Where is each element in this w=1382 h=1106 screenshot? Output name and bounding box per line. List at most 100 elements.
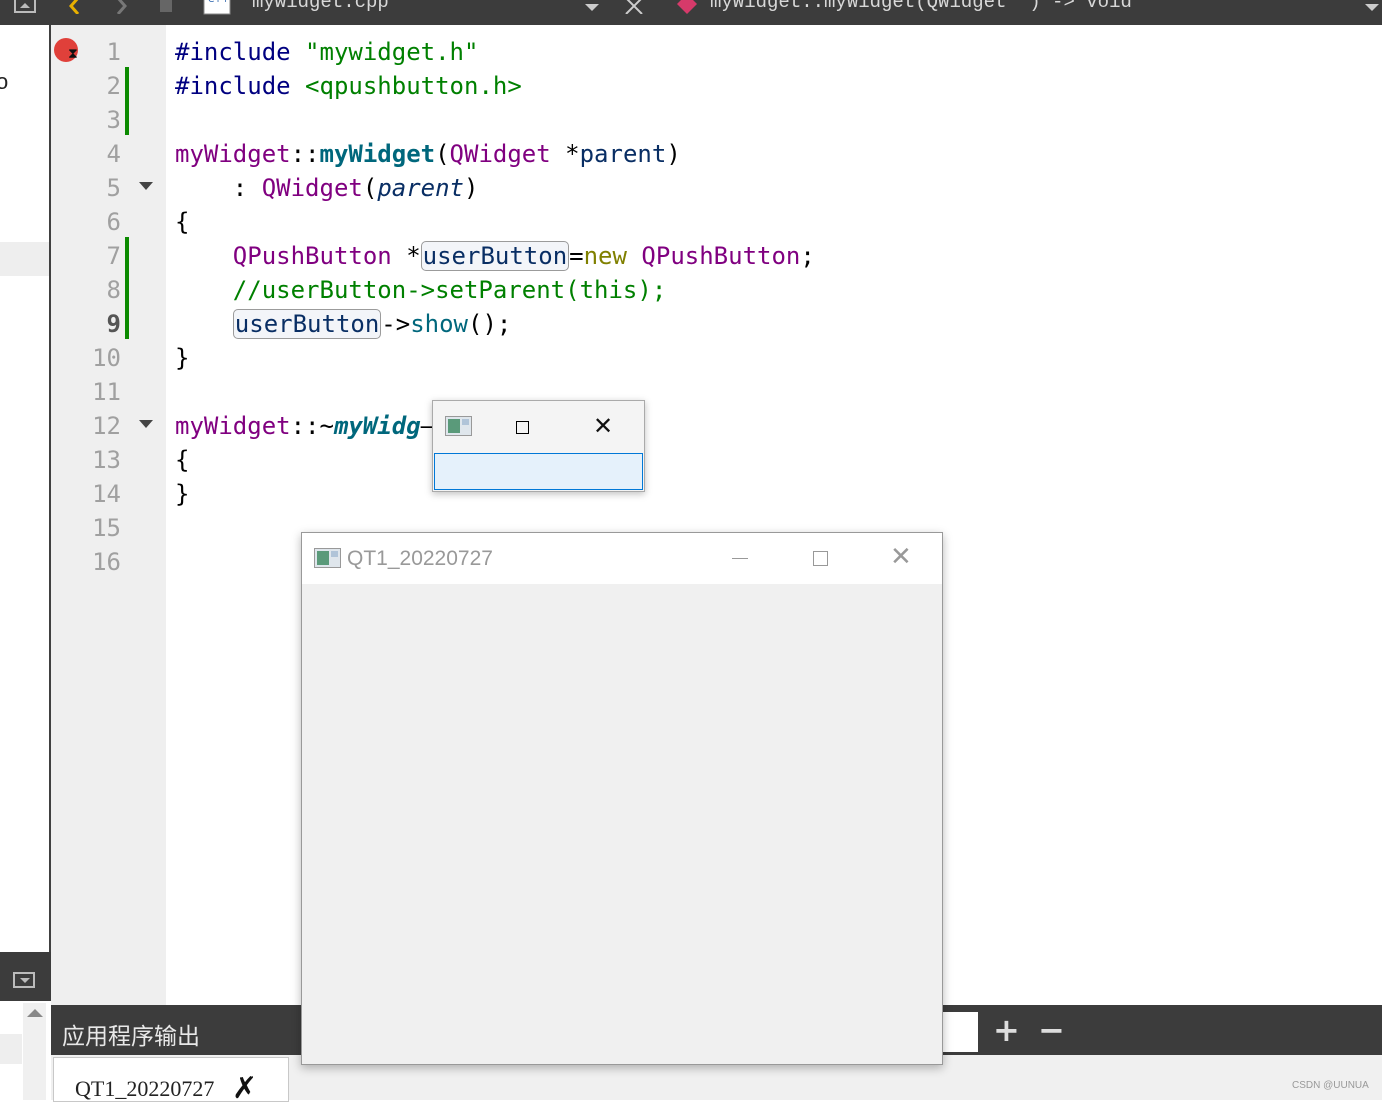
code-token: } bbox=[175, 480, 190, 508]
code-token: { bbox=[175, 446, 190, 474]
code-token: ( bbox=[435, 140, 450, 168]
fold-arrow-icon[interactable] bbox=[139, 420, 153, 428]
code-token: ) bbox=[464, 174, 479, 202]
output-tab[interactable]: QT1_20220727 ✗ bbox=[53, 1057, 289, 1106]
maximize-icon[interactable] bbox=[813, 551, 828, 566]
code-token: : bbox=[175, 174, 262, 202]
line-number[interactable]: 13 bbox=[75, 443, 121, 477]
line-number-gutter[interactable]: ⧗ 1 2 3 4 5 6 7 8 9 10 11 12 13 14 15 16 bbox=[51, 25, 166, 1005]
svg-text:C++: C++ bbox=[208, 0, 229, 5]
main-app-window[interactable]: QT1_20220727 ✕ bbox=[301, 532, 943, 1065]
code-token: myWidg bbox=[333, 412, 421, 440]
watermark: CSDN @UUNUA bbox=[1292, 1080, 1369, 1091]
output-filter-input[interactable] bbox=[940, 1012, 978, 1052]
forward-arrow-icon[interactable] bbox=[114, 0, 130, 14]
code-token: QWidget bbox=[449, 140, 551, 168]
function-breadcrumb[interactable]: myWidget::myWidget(QWidget *) -> void bbox=[710, 0, 1132, 13]
line-number[interactable]: 3 bbox=[75, 103, 121, 137]
code-token: myWidget bbox=[175, 140, 291, 168]
line-number[interactable]: 11 bbox=[75, 375, 121, 409]
line-number[interactable]: 7 bbox=[75, 239, 121, 273]
user-push-button[interactable] bbox=[434, 453, 643, 490]
close-icon[interactable]: ✕ bbox=[890, 542, 912, 572]
line-number[interactable]: 6 bbox=[75, 205, 121, 239]
scrollbar[interactable] bbox=[23, 1003, 46, 1100]
sidebar-bottom bbox=[0, 952, 51, 1100]
line-number[interactable]: 9 bbox=[75, 307, 121, 341]
sidebar-bottom-toolbar bbox=[0, 952, 51, 1001]
code-token: ( bbox=[362, 174, 378, 202]
code-token: QPushButton bbox=[641, 242, 801, 270]
code-token: parent bbox=[377, 174, 465, 202]
change-marker bbox=[125, 67, 129, 135]
close-tab-icon[interactable]: ✗ bbox=[232, 1071, 257, 1106]
change-marker bbox=[125, 237, 129, 339]
line-number[interactable]: 16 bbox=[75, 545, 121, 579]
back-arrow-icon[interactable] bbox=[66, 0, 82, 14]
zoom-out-button[interactable]: − bbox=[1038, 1011, 1065, 1049]
code-line[interactable]: { bbox=[175, 205, 189, 239]
code-token: userButton bbox=[420, 241, 570, 271]
code-line[interactable]: userButton->show(); bbox=[175, 307, 511, 341]
code-line[interactable]: } bbox=[175, 477, 189, 511]
code-token: QWidget bbox=[261, 174, 363, 202]
window-title: QT1_20220727 bbox=[347, 547, 493, 570]
line-number[interactable]: 14 bbox=[75, 477, 121, 511]
code-token: "mywidget.h" bbox=[305, 38, 479, 66]
code-token: * bbox=[550, 140, 580, 168]
zoom-in-button[interactable]: + bbox=[993, 1011, 1020, 1049]
code-token: QPushButton bbox=[232, 242, 392, 270]
maximize-icon[interactable] bbox=[516, 421, 529, 434]
code-token: new bbox=[583, 242, 627, 270]
line-number[interactable]: 2 bbox=[75, 69, 121, 103]
minimize-icon[interactable] bbox=[732, 558, 748, 559]
collapse-panel-icon[interactable] bbox=[13, 972, 35, 988]
line-number[interactable]: 8 bbox=[75, 273, 121, 307]
line-number[interactable]: 10 bbox=[75, 341, 121, 375]
close-file-icon[interactable] bbox=[624, 0, 644, 14]
code-line[interactable]: myWidget::myWidget(QWidget *parent) bbox=[175, 137, 681, 171]
code-token: (); bbox=[468, 310, 512, 338]
fold-arrow-icon[interactable] bbox=[139, 182, 153, 190]
code-line[interactable]: #include "mywidget.h" bbox=[175, 35, 478, 69]
sidebar-selected-row[interactable] bbox=[0, 242, 49, 276]
code-token: ::~ bbox=[290, 412, 334, 440]
panel-toggle-icon[interactable] bbox=[14, 0, 36, 14]
sidebar-text-fragment: o bbox=[0, 69, 9, 94]
line-number[interactable]: 12 bbox=[75, 409, 121, 443]
window-title-bar[interactable]: QT1_20220727 ✕ bbox=[302, 533, 942, 584]
code-token: = bbox=[569, 242, 584, 270]
code-token: //userButton->setParent(this); bbox=[175, 276, 667, 304]
code-token: userButton bbox=[232, 309, 382, 339]
lock-icon[interactable] bbox=[158, 0, 176, 14]
child-push-button-window[interactable]: ✕ bbox=[432, 400, 645, 492]
code-token: show bbox=[410, 310, 468, 338]
code-line[interactable]: myWidget::~myWidg— bbox=[175, 409, 435, 443]
code-line[interactable]: } bbox=[175, 341, 189, 375]
code-token: myWidget bbox=[175, 412, 291, 440]
close-icon[interactable]: ✕ bbox=[593, 412, 613, 440]
code-line[interactable]: QPushButton *userButton=new QPushButton; bbox=[175, 239, 815, 273]
sidebar-row[interactable] bbox=[0, 1034, 22, 1064]
code-token: } bbox=[175, 344, 190, 372]
code-token: ; bbox=[800, 242, 815, 270]
scroll-up-icon[interactable] bbox=[27, 1009, 43, 1017]
function-dropdown-icon[interactable] bbox=[1364, 3, 1380, 13]
file-dropdown-icon[interactable] bbox=[584, 3, 600, 13]
file-name[interactable]: mywidget.cpp bbox=[252, 0, 389, 13]
code-line[interactable]: : QWidget(parent) bbox=[175, 171, 479, 205]
qt-window-icon bbox=[314, 548, 341, 568]
line-number[interactable]: 4 bbox=[75, 137, 121, 171]
line-number[interactable]: 5 bbox=[75, 171, 121, 205]
code-line[interactable]: //userButton->setParent(this); bbox=[175, 273, 666, 307]
code-token: { bbox=[175, 208, 190, 236]
qt-window-icon bbox=[445, 416, 472, 436]
cpp-file-icon: C++ bbox=[203, 0, 231, 15]
output-tab-label: QT1_20220727 bbox=[75, 1076, 215, 1101]
code-token: myWidget bbox=[319, 140, 436, 168]
code-line[interactable]: #include <qpushbutton.h> bbox=[175, 69, 522, 103]
line-number[interactable]: 15 bbox=[75, 511, 121, 545]
code-line[interactable]: { bbox=[175, 443, 189, 477]
line-number[interactable]: 1 bbox=[75, 35, 121, 69]
